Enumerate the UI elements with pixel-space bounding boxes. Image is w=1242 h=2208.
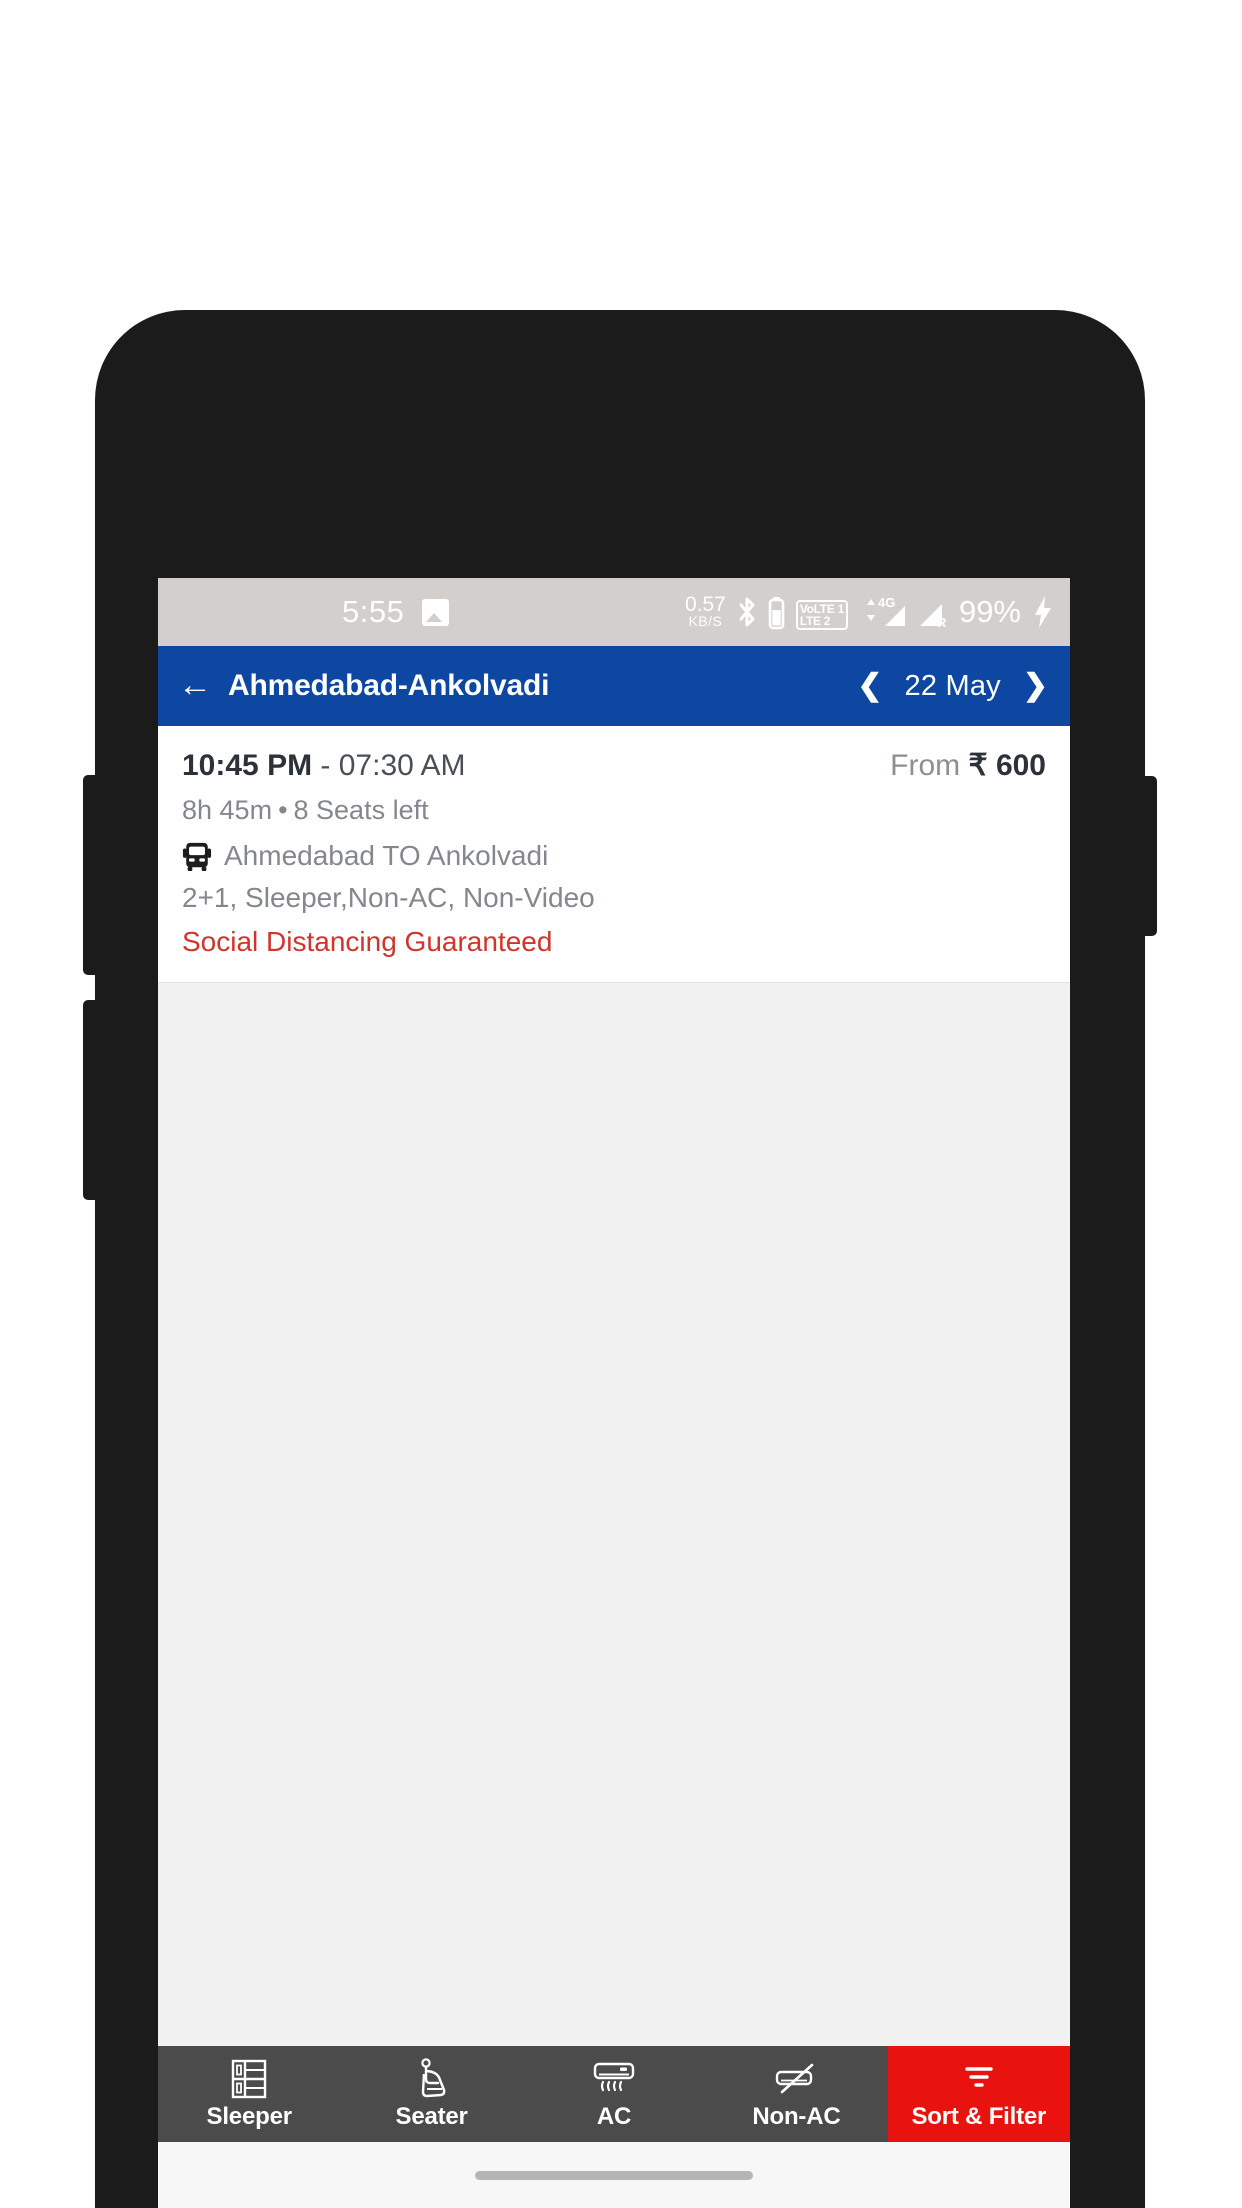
departure-time: 10:45 PM — [182, 749, 313, 782]
home-indicator[interactable] — [475, 2170, 753, 2180]
selected-date-label[interactable]: 22 May — [905, 670, 1001, 703]
fare-prefix-label: From — [890, 749, 961, 782]
volte-sim2-label: LTE 2 — [799, 614, 831, 628]
sort-and-filter-button[interactable]: Sort & Filter — [887, 2046, 1070, 2142]
chevron-left-icon[interactable]: ❮ — [857, 671, 882, 701]
svg-text:4G: 4G — [878, 595, 895, 610]
filter-ac-label: AC — [596, 2102, 632, 2130]
bus-route-label: Ahmedabad TO Ankolvadi — [224, 840, 549, 871]
fare-amount: ₹ 600 — [968, 749, 1046, 782]
bullet-separator: • — [278, 795, 288, 825]
time-separator: - — [312, 749, 339, 782]
bus-results-list[interactable]: 10:45 PM - 07:30 AM From ₹ 600 8h 45m • 8 … — [158, 726, 1070, 2208]
charging-bolt-icon — [1032, 594, 1054, 630]
filter-ac-button[interactable]: AC — [523, 2046, 705, 2142]
network-speed-value: 0.57 — [684, 592, 726, 616]
status-bar-right: 0.57 KB/S VoLTE 1 LTE 2 4G R 99% — [685, 594, 1054, 630]
journey-duration: 8h 45m — [182, 795, 273, 825]
back-arrow-icon[interactable]: ← — [178, 668, 212, 702]
status-bar: 5:55 0.57 KB/S VoLTE 1 LTE 2 4G R 99% — [158, 578, 1070, 646]
sleeper-berth-icon — [230, 2058, 268, 2100]
social-distancing-badge: Social Distancing Guaranteed — [182, 926, 553, 957]
image-icon — [422, 598, 450, 626]
power-button[interactable] — [1143, 776, 1157, 936]
signal-bars-roaming-icon: R — [918, 594, 948, 630]
roaming-label: R — [937, 615, 947, 630]
battery-percent-label: 99% — [958, 594, 1021, 629]
bus-fare: From ₹ 600 — [890, 748, 1046, 783]
bluetooth-device-battery-icon — [768, 596, 785, 630]
bus-duration-seats: 8h 45m • 8 Seats left — [182, 795, 1046, 826]
bus-route-row: Ahmedabad TO Ankolvadi — [182, 840, 1046, 872]
filter-icon — [962, 2058, 996, 2100]
bus-card-top-row: 10:45 PM - 07:30 AM From ₹ 600 — [182, 748, 1046, 783]
no-air-conditioner-icon — [772, 2058, 820, 2100]
phone-screen: 5:55 0.57 KB/S VoLTE 1 LTE 2 4G R 99% ← … — [158, 578, 1070, 2208]
bus-timing: 10:45 PM - 07:30 AM — [182, 749, 466, 783]
volume-down-button[interactable] — [83, 1000, 97, 1200]
status-bar-clock: 5:55 — [342, 594, 405, 629]
filter-seater-button[interactable]: Seater — [340, 2046, 522, 2142]
filter-non-ac-button[interactable]: Non-AC — [705, 2046, 887, 2142]
bus-result-card[interactable]: 10:45 PM - 07:30 AM From ₹ 600 8h 45m • 8 … — [158, 726, 1070, 983]
arrival-time: 07:30 AM — [338, 749, 466, 782]
bluetooth-icon — [737, 596, 757, 630]
filter-sleeper-label: Sleeper — [206, 2102, 293, 2130]
seats-left-label: 8 Seats left — [293, 795, 429, 825]
date-navigator: ❮ 22 May ❯ — [857, 670, 1048, 703]
air-conditioner-icon — [592, 2058, 636, 2100]
screenshot-canvas: 5:55 0.57 KB/S VoLTE 1 LTE 2 4G R 99% ← … — [0, 0, 1242, 2208]
signal-bars-icon: 4G — [859, 594, 907, 630]
bus-type-label: 2+1, Sleeper,Non-AC, Non-Video — [182, 882, 595, 913]
filter-non-ac-label: Non-AC — [752, 2102, 841, 2130]
status-bar-left: 5:55 — [342, 594, 450, 630]
chevron-right-icon[interactable]: ❯ — [1023, 671, 1048, 701]
app-bar: ← Ahmedabad-Ankolvadi ❮ 22 May ❯ — [158, 646, 1070, 726]
app-bar-left: ← Ahmedabad-Ankolvadi — [178, 668, 550, 703]
bus-front-icon — [182, 841, 212, 872]
volte-dual-sim-icon: VoLTE 1 LTE 2 — [795, 600, 848, 630]
sort-and-filter-label: Sort & Filter — [911, 2102, 1047, 2130]
navigation-gesture-area — [158, 2142, 1070, 2208]
filter-sleeper-button[interactable]: Sleeper — [158, 2046, 340, 2142]
filter-ac-seater-label: Seater — [395, 2102, 468, 2130]
seat-icon — [414, 2057, 450, 2100]
page-title: Ahmedabad-Ankolvadi — [228, 669, 550, 702]
volume-up-button[interactable] — [83, 775, 97, 975]
network-speed-unit: KB/S — [688, 612, 723, 629]
network-speed-indicator: 0.57 KB/S — [684, 592, 726, 630]
bottom-filter-bar: Sleeper Seater AC Non-AC Sort & Filter — [158, 2046, 1070, 2142]
